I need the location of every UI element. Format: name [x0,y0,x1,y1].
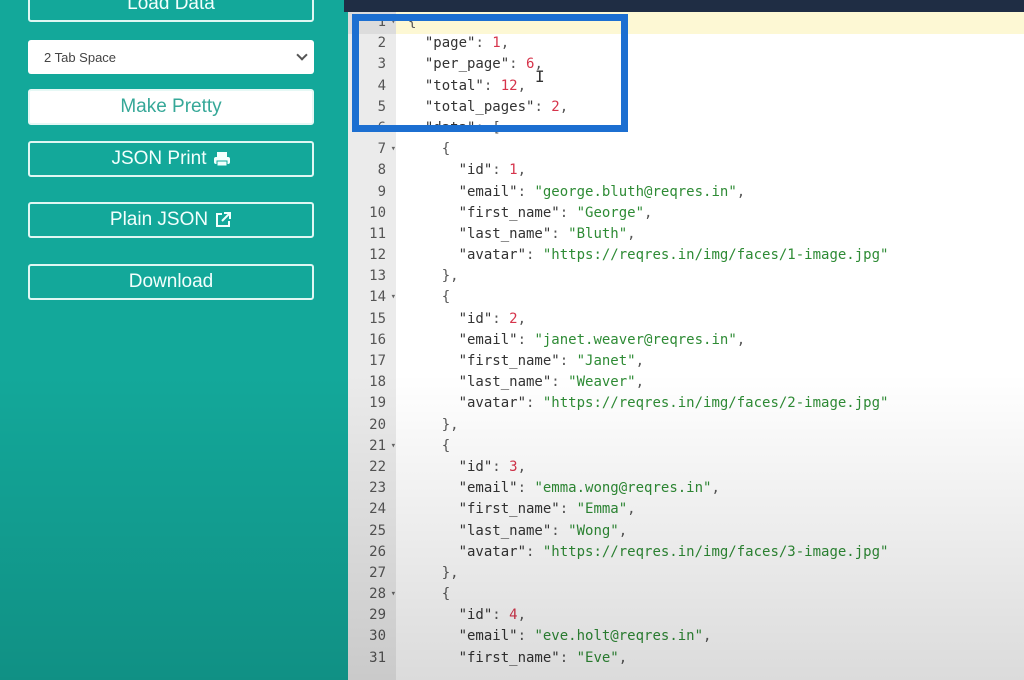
code-line: 13 }, [348,266,1024,287]
line-number: 26 [369,543,386,560]
fold-toggle-icon[interactable]: ▾ [391,584,396,605]
code-line: 10 "first_name": "George", [348,203,1024,224]
code-line: 28 ▾ { [348,584,1024,605]
code-text: "id": 4, [458,607,527,624]
code-line: 22 "id": 3, [348,457,1024,478]
code-text: }, [441,416,459,433]
code-line: 20 }, [348,415,1024,436]
code-text: "email": "emma.wong@reqres.in", [458,480,720,497]
line-number: 13 [369,268,386,285]
code-line: 24 "first_name": "Emma", [348,499,1024,520]
code-text: "id": 1, [458,162,527,179]
sidebar: Load Data 2 Tab Space Make Pretty JSON P… [0,0,344,680]
code-text: "avatar": "https://reqres.in/img/faces/2… [458,395,889,412]
plain-json-label: Plain JSON [109,209,209,230]
code-line: 27 }, [348,563,1024,584]
code-line: 8 "id": 1, [348,160,1024,181]
line-number: 21 ▾ [348,436,396,457]
line-number: 28 ▾ [348,584,396,605]
line-number: 27 [369,564,386,581]
line-number: 9 [377,183,386,200]
code-text: { [441,289,451,306]
code-line: 17 "first_name": "Janet", [348,351,1024,372]
line-number: 18 [369,374,386,391]
fold-toggle-icon[interactable]: ▾ [391,139,396,160]
download-button[interactable]: Download [28,264,314,300]
line-number: 31 [369,649,386,666]
code-line: 18 "last_name": "Weaver", [348,372,1024,393]
code-line: 21 ▾ { [348,436,1024,457]
printer-icon [213,152,230,167]
code-line: 25 "last_name": "Wong", [348,521,1024,542]
code-line: 19 "avatar": "https://reqres.in/img/face… [348,393,1024,414]
code-text: }, [441,268,459,285]
code-text: { [441,437,451,454]
code-text: "id": 3, [458,458,527,475]
code-line: 11 "last_name": "Bluth", [348,224,1024,245]
code-line: 15 "id": 2, [348,309,1024,330]
line-number: 22 [369,458,386,475]
code-text: { [441,586,451,603]
line-number: 14 ▾ [348,287,396,308]
line-number: 20 [369,416,386,433]
code-text: "avatar": "https://reqres.in/img/faces/1… [458,247,889,264]
text-cursor-icon: I [535,67,545,86]
line-number: 8 [377,162,386,179]
json-print-button[interactable]: JSON Print [28,141,314,177]
code-text: "id": 2, [458,310,527,327]
code-text: "last_name": "Weaver", [458,374,645,391]
code-text: "first_name": "Emma", [458,501,636,518]
code-line: 14 ▾ { [348,287,1024,308]
fold-toggle-icon[interactable]: ▾ [391,287,396,308]
line-number: 7 ▾ [348,139,396,160]
line-number: 11 [369,225,386,242]
download-label: Download [128,271,214,292]
code-line: 9 "email": "george.bluth@reqres.in", [348,182,1024,203]
code-line: 30 "email": "eve.holt@reqres.in", [348,626,1024,647]
code-text: "avatar": "https://reqres.in/img/faces/3… [458,543,889,560]
code-line: 7 ▾ { [348,139,1024,160]
code-text: "first_name": "Janet", [458,353,645,369]
line-number: 12 [369,247,386,264]
code-text: "email": "george.bluth@reqres.in", [458,183,746,200]
plain-json-button[interactable]: Plain JSON [28,202,314,238]
line-number: 10 [369,204,386,221]
chevron-down-icon [296,49,308,61]
load-data-button[interactable]: Load Data [28,0,314,22]
line-number: 25 [369,522,386,539]
line-number: 29 [369,607,386,624]
code-line: 26 "avatar": "https://reqres.in/img/face… [348,542,1024,563]
code-text: }, [441,564,459,581]
line-number: 16 [369,331,386,348]
code-line: 16 "email": "janet.weaver@reqres.in", [348,330,1024,351]
external-link-icon [216,212,232,227]
line-number: 19 [369,395,386,412]
make-pretty-label: Make Pretty [120,96,222,117]
load-data-label: Load Data [127,0,215,14]
code-text: "last_name": "Bluth", [458,225,636,242]
make-pretty-button[interactable]: Make Pretty [28,89,314,125]
fold-toggle-icon[interactable]: ▾ [391,436,396,457]
code-text: "last_name": "Wong", [458,522,628,539]
indent-select-value: 2 Tab Space [44,49,117,65]
line-number: 17 [369,353,386,369]
line-number: 23 [369,480,386,497]
line-number: 15 [369,310,386,327]
code-text: "email": "janet.weaver@reqres.in", [458,331,746,348]
code-line: 12 "avatar": "https://reqres.in/img/face… [348,245,1024,266]
code-line: 31 "first_name": "Eve", [348,648,1024,669]
code-text: { [441,141,451,158]
indent-select[interactable]: 2 Tab Space [28,40,314,74]
annotation-highlight-box [352,14,628,132]
code-text: "email": "eve.holt@reqres.in", [458,628,712,645]
code-line: 29 "id": 4, [348,605,1024,626]
code-line: 23 "email": "emma.wong@reqres.in", [348,478,1024,499]
editor-toolbar [344,0,1024,12]
code-text: "first_name": "George", [458,204,653,221]
line-number: 30 [369,628,386,645]
code-text: "first_name": "Eve", [458,649,628,666]
json-print-label: JSON Print [111,148,207,169]
line-number: 24 [369,501,386,518]
